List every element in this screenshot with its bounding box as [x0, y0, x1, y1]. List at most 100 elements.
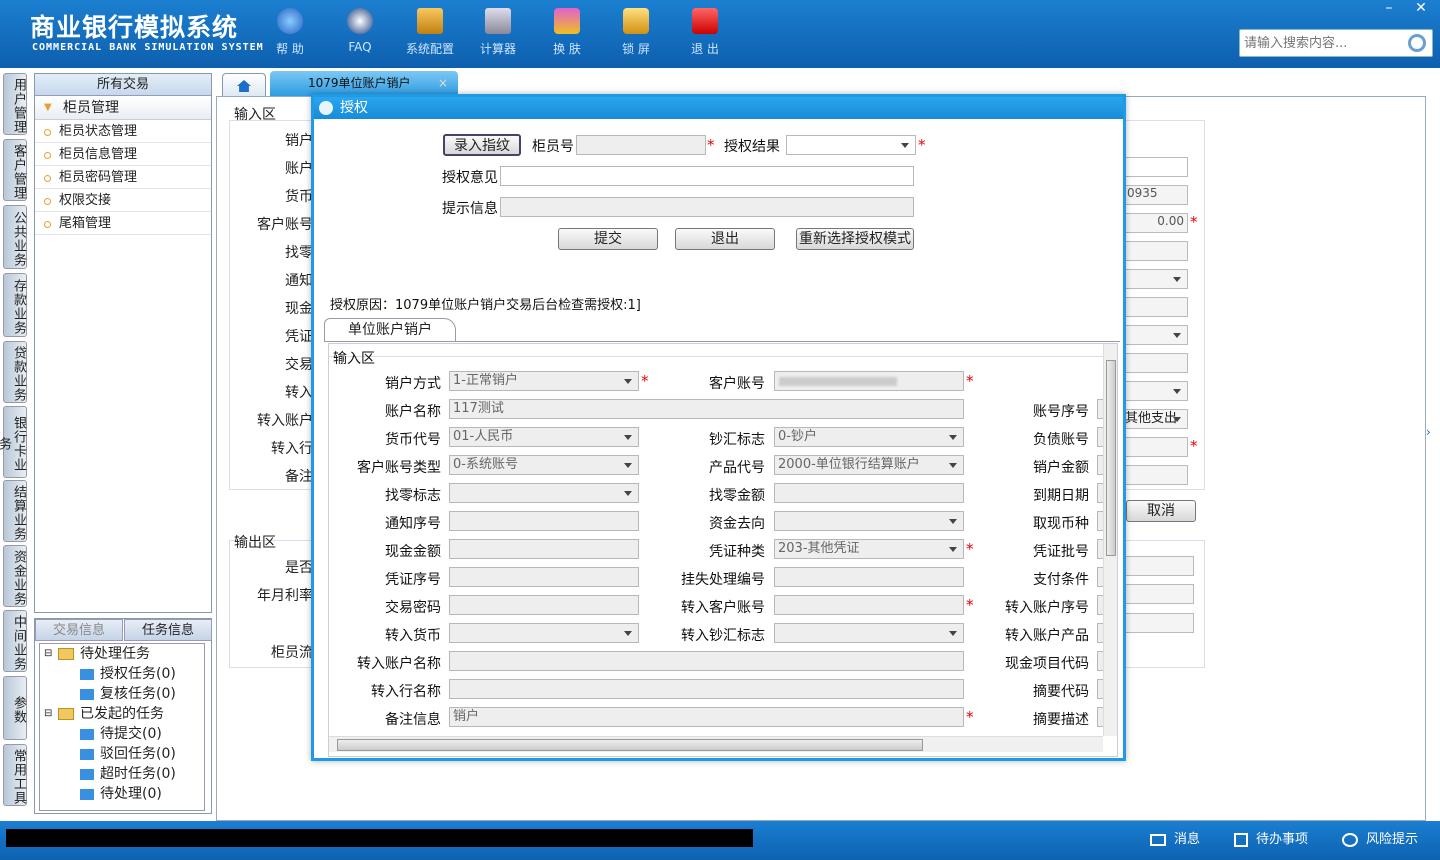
- task-icon: [80, 729, 94, 740]
- acct-seq-label: 账号序号: [1033, 404, 1089, 420]
- tab-task-info[interactable]: 任务信息: [124, 619, 212, 641]
- tree-node-timeout[interactable]: 超时任务(0): [40, 764, 204, 784]
- menu-cash-box[interactable]: 尾箱管理: [35, 212, 211, 235]
- bg-select[interactable]: [1124, 381, 1188, 401]
- change-flag-select[interactable]: [449, 483, 639, 503]
- auth-opinion-input[interactable]: [500, 166, 914, 186]
- vertical-scroll-thumb[interactable]: [1106, 360, 1116, 556]
- teller-mgmt-group[interactable]: ▼ 柜员管理: [35, 96, 211, 120]
- reselect-auth-mode-button[interactable]: 重新选择授权模式: [796, 228, 914, 250]
- tab-close-icon[interactable]: ×: [438, 71, 448, 95]
- acct-type-select[interactable]: 0-系统账号: [449, 455, 639, 475]
- tree-node-auth-tasks[interactable]: 授权任务(0): [40, 664, 204, 684]
- close-method-select[interactable]: 1-正常销户: [449, 371, 639, 391]
- app-title: 商业银行模拟系统: [30, 13, 239, 42]
- todo-button[interactable]: 待办事项: [1234, 829, 1308, 851]
- bg-label: 转入行: [271, 441, 313, 457]
- bg-label: 转入: [285, 385, 313, 401]
- bg-select[interactable]: [1124, 325, 1188, 345]
- in-acct-name-label: 转入账户名称: [357, 656, 441, 672]
- vtab-deposit[interactable]: 存款业务: [3, 273, 27, 337]
- auth-result-select[interactable]: [786, 135, 916, 155]
- fund-dir-select[interactable]: [774, 511, 964, 531]
- horizontal-scrollbar[interactable]: [329, 736, 1103, 752]
- masked-account: [779, 377, 897, 386]
- tree-node-to-process[interactable]: 待处理(0): [40, 784, 204, 804]
- system-config-button[interactable]: 系统配置: [402, 8, 458, 57]
- search-box: [1239, 29, 1433, 57]
- voucher-type-select[interactable]: 203-其他凭证: [774, 539, 964, 559]
- faq-button[interactable]: FAQ: [332, 8, 388, 54]
- product-select[interactable]: 2000-单位银行结算账户: [774, 455, 964, 475]
- in-cash-flag-select[interactable]: [774, 623, 964, 643]
- tree-node-review-tasks[interactable]: 复核任务(0): [40, 684, 204, 704]
- vtab-intermediary[interactable]: 中间业务: [3, 610, 27, 672]
- subtab-account-closing[interactable]: 单位账户销户: [324, 318, 456, 342]
- vtab-common-tools[interactable]: 常用工具: [3, 744, 27, 806]
- help-button[interactable]: 帮 助: [262, 8, 318, 57]
- change-skin-button[interactable]: 换 肤: [539, 8, 595, 57]
- lock-icon: [623, 8, 649, 34]
- lock-screen-button[interactable]: 锁 屏: [608, 8, 664, 57]
- tree-node-to-submit[interactable]: 待提交(0): [40, 724, 204, 744]
- exit-button[interactable]: 退 出: [677, 8, 733, 57]
- dialog-exit-button[interactable]: 退出: [675, 228, 775, 250]
- bg-field: [1124, 556, 1194, 576]
- menu-teller-info[interactable]: 柜员信息管理: [35, 143, 211, 166]
- horizontal-scroll-thumb[interactable]: [337, 739, 923, 751]
- menu-permission-handover[interactable]: 权限交接: [35, 189, 211, 212]
- in-cur-select[interactable]: [449, 623, 639, 643]
- bg-input-label: 输入区: [234, 107, 276, 123]
- chat-icon: [1342, 832, 1358, 847]
- submit-button[interactable]: 提交: [558, 228, 658, 250]
- search-input[interactable]: [1240, 30, 1400, 56]
- bg-select[interactable]: 其他支出: [1124, 409, 1188, 429]
- close-window-button[interactable]: ✕: [1406, 0, 1436, 18]
- menu-teller-password[interactable]: 柜员密码管理: [35, 166, 211, 189]
- vtab-bank-card[interactable]: 银行卡业务: [0, 406, 27, 478]
- home-tab[interactable]: [222, 73, 266, 97]
- change-amt-field: [774, 483, 964, 503]
- vtab-customer-mgmt[interactable]: 客户管理: [3, 139, 27, 201]
- vtab-loan[interactable]: 贷款业务: [3, 341, 27, 403]
- vtab-user-mgmt[interactable]: 用户管理: [3, 73, 27, 135]
- withdraw-cur-label: 取现币种: [1033, 516, 1089, 532]
- bg-field[interactable]: [1124, 157, 1188, 177]
- bg-output-label: 输出区: [234, 535, 276, 551]
- remark-field: 销户: [449, 707, 964, 727]
- risk-alert-button[interactable]: 风险提示: [1342, 829, 1418, 851]
- close-amt-label: 销户金额: [1033, 460, 1089, 476]
- all-transactions-header[interactable]: 所有交易: [35, 74, 211, 96]
- vtab-params[interactable]: 参数: [3, 676, 27, 740]
- input-area-label: 输入区: [333, 351, 375, 367]
- app-header: 商业银行模拟系统 COMMERCIAL BANK SIMULATION SYST…: [0, 0, 1440, 68]
- tree-node-started[interactable]: ⊟ 已发起的任务: [40, 704, 204, 724]
- vtab-settlement[interactable]: 结算业务: [3, 480, 27, 542]
- tab-transaction-info[interactable]: 交易信息: [35, 619, 123, 641]
- teller-no-input[interactable]: [576, 135, 706, 155]
- calculator-button[interactable]: 计算器: [470, 8, 526, 57]
- vertical-scrollbar[interactable]: [1103, 344, 1117, 736]
- menu-teller-status[interactable]: 柜员状态管理: [35, 120, 211, 143]
- bg-label: 销户: [285, 133, 313, 149]
- search-icon[interactable]: [1408, 34, 1426, 52]
- bg-select[interactable]: [1124, 269, 1188, 289]
- bg-label: 交易: [285, 357, 313, 373]
- tree-node-rejected[interactable]: 驳回任务(0): [40, 744, 204, 764]
- bg-cancel-button[interactable]: 取消: [1126, 500, 1196, 522]
- task-icon: [80, 789, 94, 800]
- currency-select[interactable]: 01-人民币: [449, 427, 639, 447]
- voucher-type-label: 凭证种类: [709, 544, 765, 560]
- minimize-button[interactable]: –: [1374, 0, 1404, 18]
- messages-button[interactable]: 消息: [1150, 829, 1200, 851]
- task-icon: [80, 689, 94, 700]
- enter-fingerprint-button[interactable]: 录入指纹: [443, 134, 521, 156]
- teller-no-label: 柜员号: [532, 139, 574, 155]
- vtab-public-business[interactable]: 公共业务: [3, 205, 27, 269]
- home-icon: [237, 80, 251, 92]
- vtab-funds[interactable]: 资金业务: [3, 545, 27, 607]
- prompt-info-label: 提示信息: [442, 201, 498, 217]
- tree-node-pending[interactable]: ⊟ 待处理任务: [40, 644, 204, 664]
- expand-right-icon[interactable]: ›: [1426, 425, 1438, 455]
- cash-flag-select[interactable]: 0-钞户: [774, 427, 964, 447]
